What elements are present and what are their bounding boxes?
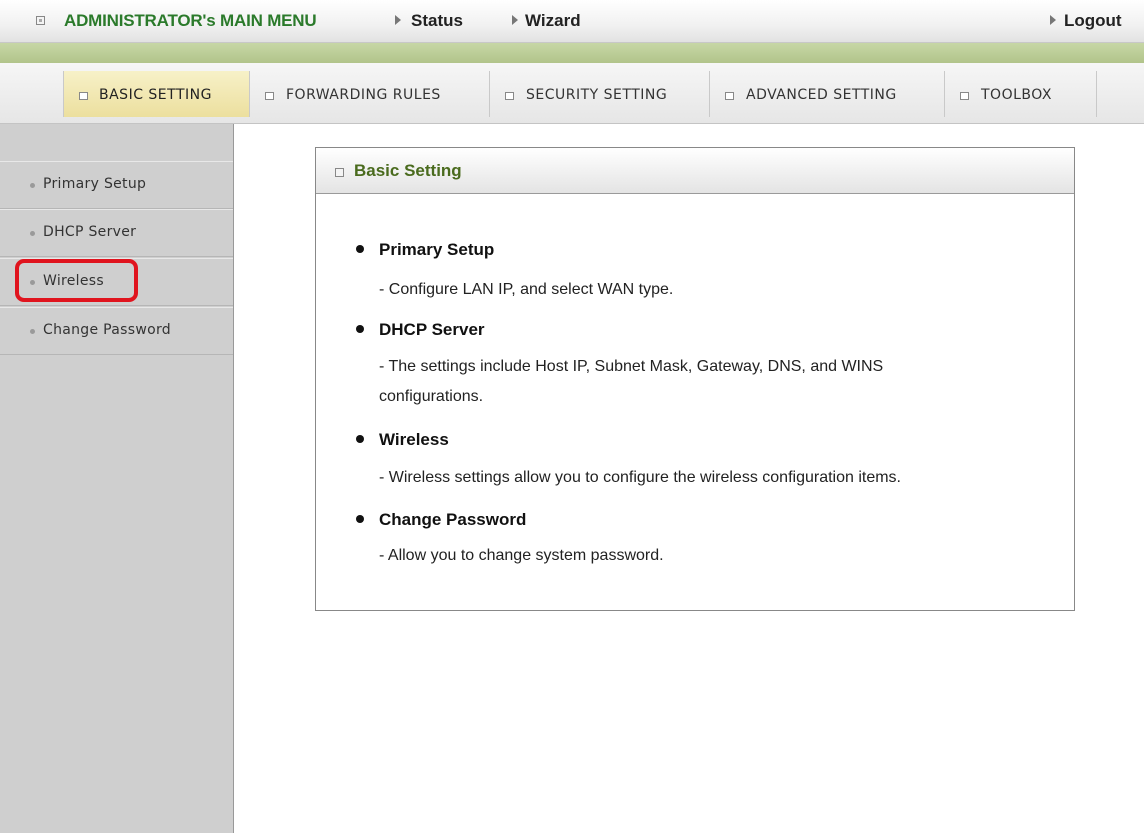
entry-title-wireless: Wireless	[379, 430, 449, 449]
bullet-icon	[356, 515, 364, 523]
entry-desc-dhcp-server: - The settings include Host IP, Subnet M…	[379, 358, 884, 405]
tab-label: BASIC SETTING	[99, 87, 212, 103]
tab-square-icon	[265, 92, 274, 100]
tab-advanced-setting[interactable]: ADVANCED SETTING	[710, 71, 945, 117]
bullet-icon	[356, 435, 364, 443]
logout-link[interactable]: Logout	[1064, 11, 1122, 31]
logout-arrow-icon	[1050, 15, 1056, 25]
tab-square-icon	[79, 92, 88, 100]
status-link[interactable]: Status	[411, 11, 463, 31]
sidebar-item-change-password[interactable]: Change Password	[0, 307, 233, 355]
entry-desc-wireless: - Wireless settings allow you to configu…	[379, 469, 901, 486]
main-menu-title: ADMINISTRATOR's MAIN MENU	[64, 11, 317, 30]
tab-label: SECURITY SETTING	[526, 87, 668, 103]
bullet-icon	[30, 231, 35, 236]
tab-label: TOOLBOX	[981, 87, 1052, 103]
panel-title: Basic Setting	[354, 161, 462, 180]
panel-square-icon	[335, 168, 344, 177]
wizard-link[interactable]: Wizard	[525, 11, 581, 31]
menu-square-icon	[36, 16, 45, 25]
wireless-highlight-box	[15, 259, 138, 302]
sidebar-item-label: Change Password	[43, 322, 171, 338]
sidebar-item-label: Primary Setup	[43, 176, 147, 192]
bullet-icon	[356, 325, 364, 333]
sidebar-item-dhcp-server[interactable]: DHCP Server	[0, 209, 233, 257]
top-menu-bar: ADMINISTRATOR's MAIN MENU Status Wizard …	[0, 0, 1144, 43]
header-green-band	[0, 43, 1144, 63]
tab-bar: BASIC SETTING FORWARDING RULES SECURITY …	[0, 63, 1144, 124]
entry-desc-primary-setup: - Configure LAN IP, and select WAN type.	[379, 281, 674, 298]
tab-square-icon	[960, 92, 969, 100]
tab-basic-setting[interactable]: BASIC SETTING	[63, 71, 250, 117]
bullet-icon	[30, 329, 35, 334]
tab-toolbox[interactable]: TOOLBOX	[945, 71, 1097, 117]
tab-label: ADVANCED SETTING	[746, 87, 897, 103]
tab-label: FORWARDING RULES	[286, 87, 441, 103]
entry-title-change-password: Change Password	[379, 510, 527, 529]
status-arrow-icon	[395, 15, 401, 25]
tab-square-icon	[725, 92, 734, 100]
tab-security-setting[interactable]: SECURITY SETTING	[490, 71, 710, 117]
sidebar: Primary Setup DHCP Server Wireless Chang…	[0, 124, 234, 833]
wizard-arrow-icon	[512, 15, 518, 25]
basic-setting-panel: Basic Setting Primary Setup - Configure …	[315, 147, 1075, 611]
bullet-icon	[30, 183, 35, 188]
tab-forwarding-rules[interactable]: FORWARDING RULES	[250, 71, 490, 117]
sidebar-item-label: DHCP Server	[43, 224, 137, 240]
sidebar-item-primary-setup[interactable]: Primary Setup	[0, 161, 233, 209]
entry-title-primary-setup: Primary Setup	[379, 240, 495, 259]
bullet-icon	[356, 245, 364, 253]
panel-header: Basic Setting	[316, 148, 1074, 194]
tab-square-icon	[505, 92, 514, 100]
entry-title-dhcp-server: DHCP Server	[379, 320, 485, 339]
entry-desc-change-password: - Allow you to change system password.	[379, 547, 664, 564]
